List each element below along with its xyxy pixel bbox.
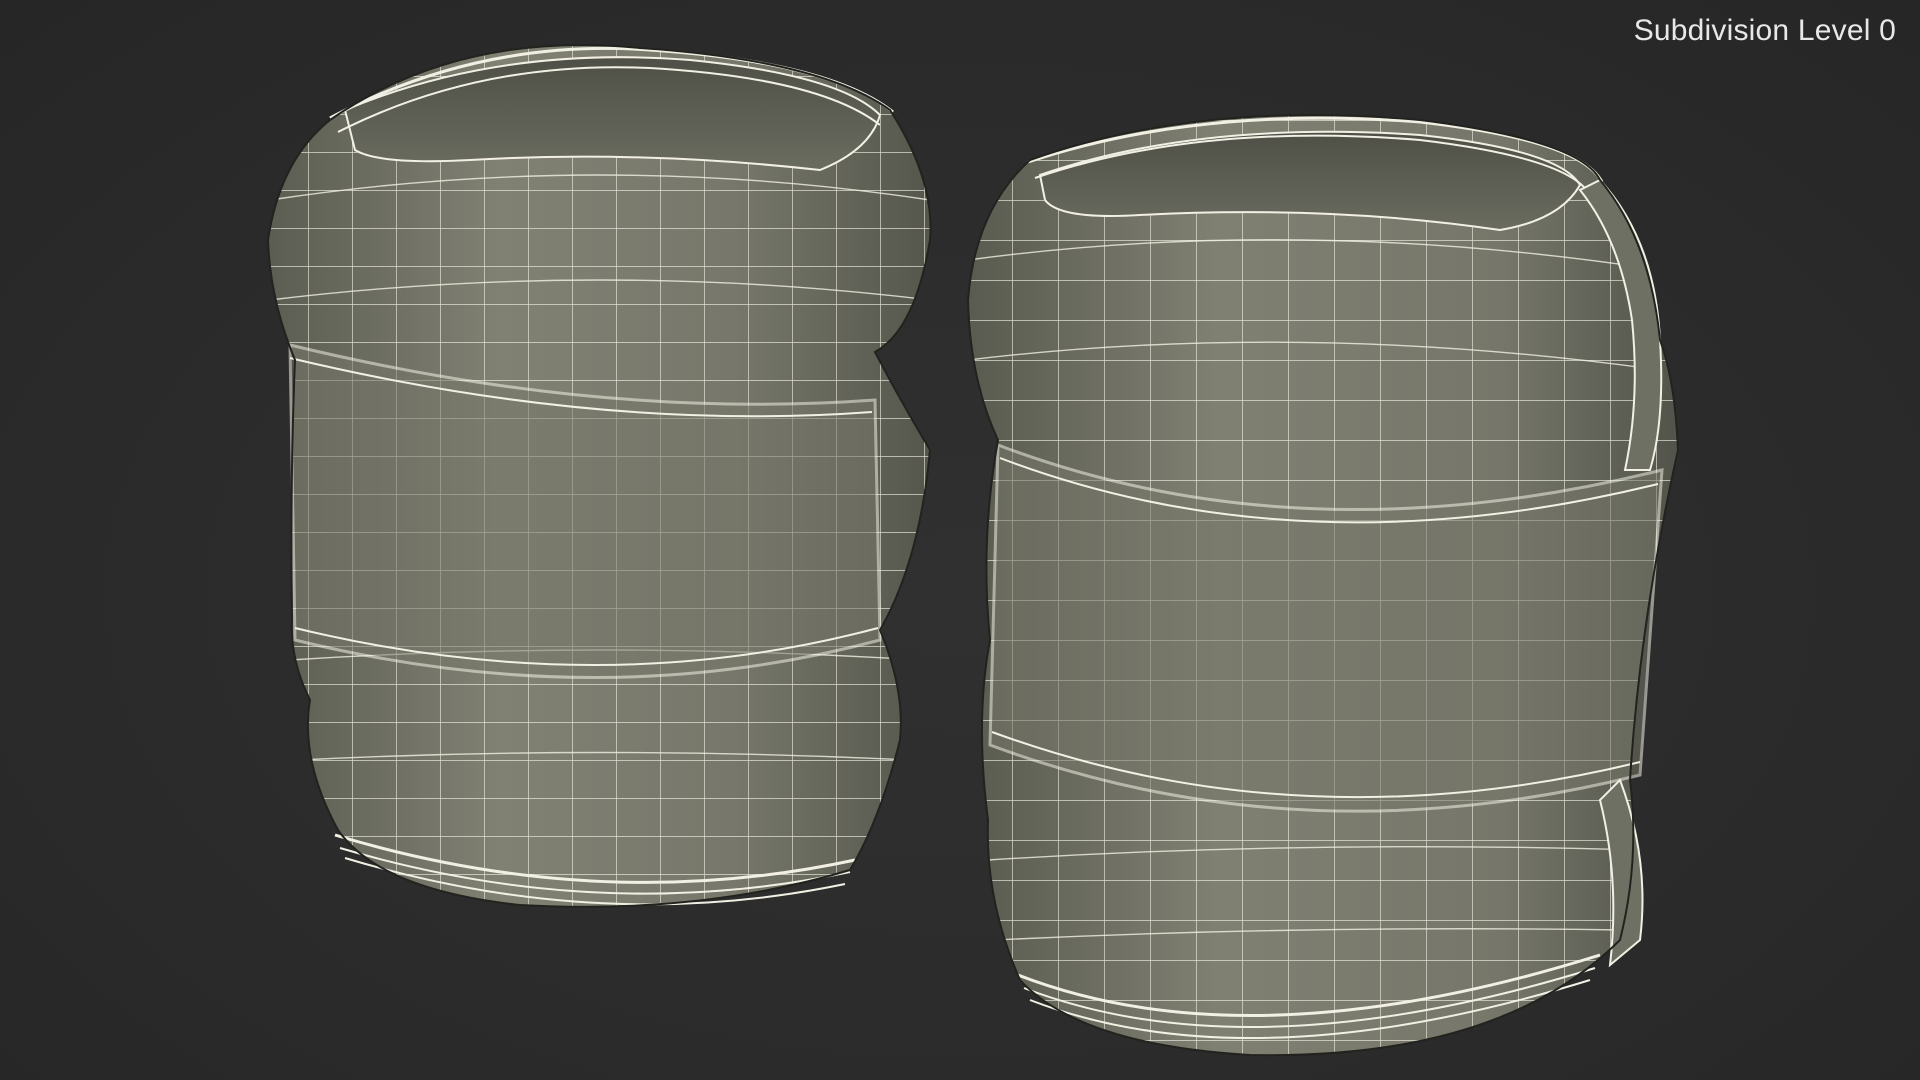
ankle-weight-right [966,114,1680,1057]
render-scene [266,44,1680,1057]
render-viewport: Subdivision Level 0 [0,0,1920,1080]
ankle-weight-left [266,44,932,908]
